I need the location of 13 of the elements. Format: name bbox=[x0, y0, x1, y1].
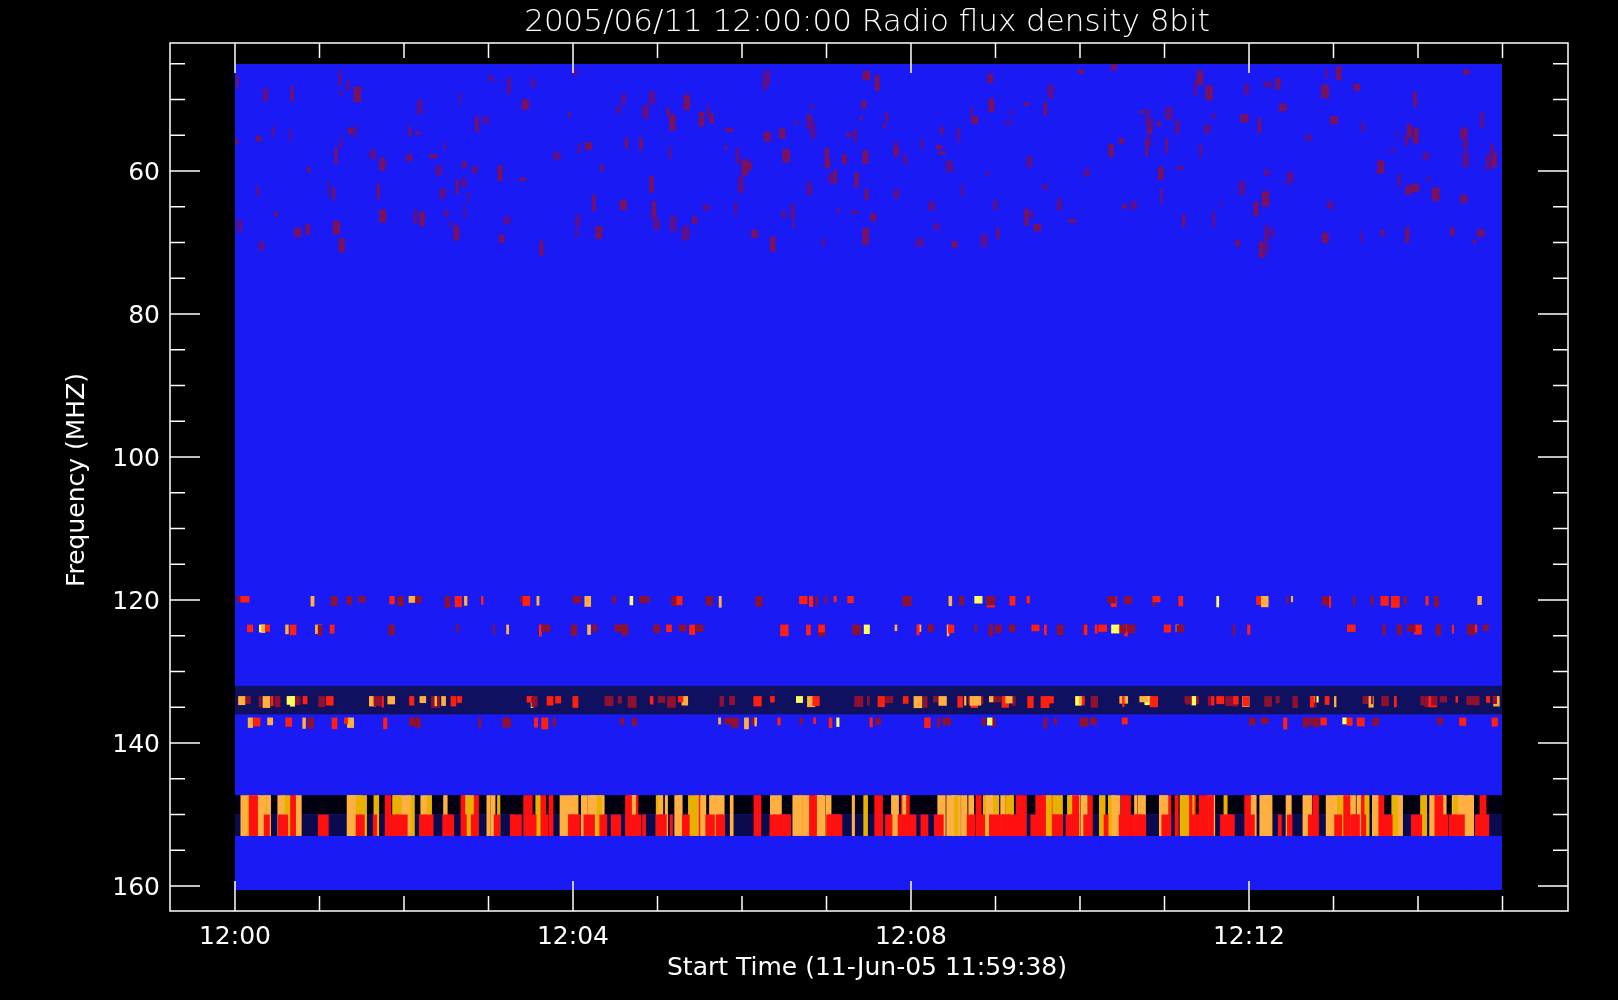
axis-label: Frequency (MHZ) bbox=[61, 372, 90, 588]
tick-label: 60 bbox=[128, 157, 160, 186]
tick-label: 12:08 bbox=[875, 921, 947, 950]
tick-label: 100 bbox=[112, 443, 160, 472]
tick-label: 120 bbox=[112, 586, 160, 615]
axis-label: Start Time (11-Jun-05 11:59:38) bbox=[667, 952, 1067, 981]
tick-label: 140 bbox=[112, 729, 160, 758]
tick-label: 80 bbox=[128, 300, 160, 329]
tick-label: 160 bbox=[112, 872, 160, 901]
tick-label: 12:04 bbox=[537, 921, 609, 950]
tick-label: 12:12 bbox=[1213, 921, 1285, 950]
tick-label: 12:00 bbox=[199, 921, 271, 950]
plot-title: 2005/06/11 12:00:00 Radio flux density 8bit bbox=[524, 2, 1210, 38]
